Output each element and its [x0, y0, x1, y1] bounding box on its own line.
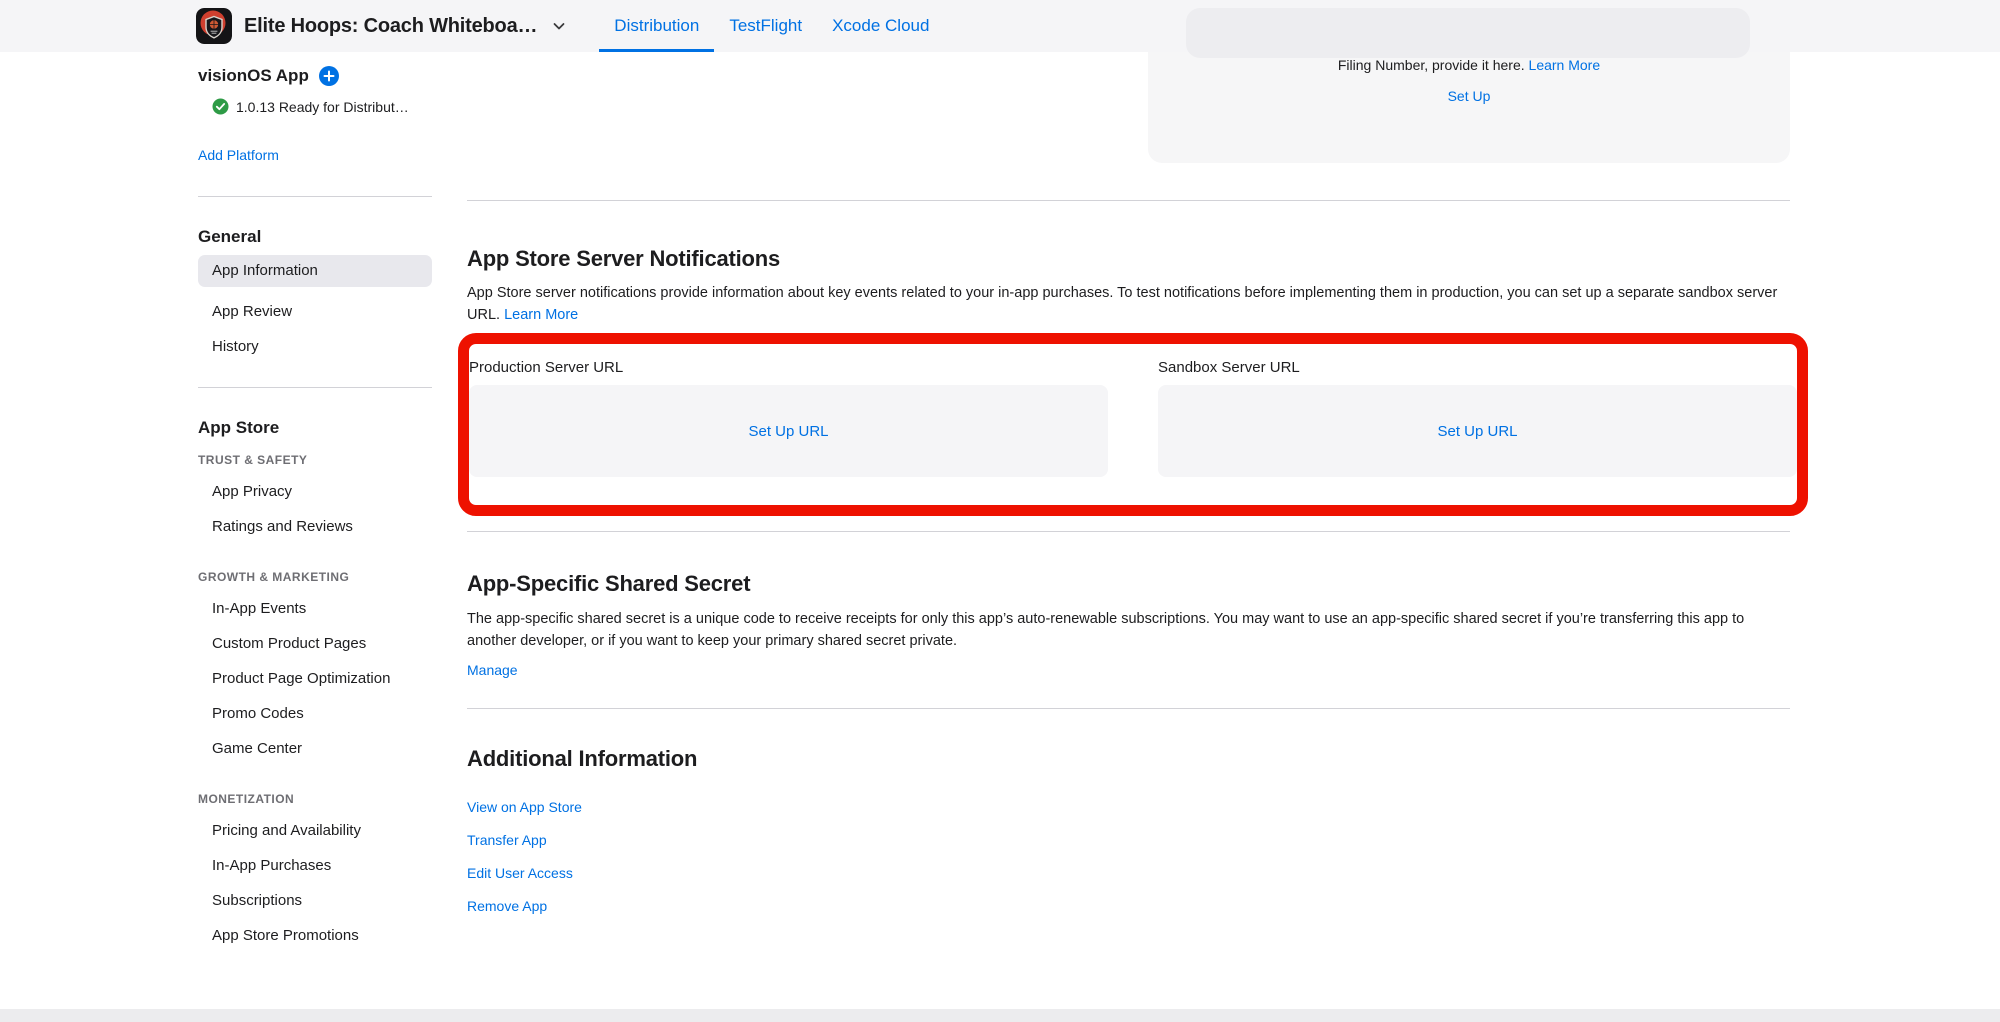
manage-link[interactable]: Manage	[467, 662, 518, 678]
add-platform-link[interactable]: Add Platform	[198, 147, 279, 163]
view-on-app-store-link[interactable]: View on App Store	[467, 797, 582, 817]
app-icon	[196, 8, 232, 44]
sandbox-set-up-url-link[interactable]: Set Up URL	[1437, 423, 1517, 440]
sidebar-item-custom-product-pages[interactable]: Custom Product Pages	[212, 634, 432, 654]
filing-learn-more-link[interactable]: Learn More	[1529, 57, 1601, 73]
production-set-up-url-link[interactable]: Set Up URL	[748, 423, 828, 440]
production-server-url-panel: Set Up URL	[469, 385, 1108, 477]
tab-testflight[interactable]: TestFlight	[714, 0, 817, 52]
header-tabs: Distribution TestFlight Xcode Cloud	[599, 0, 944, 52]
filing-number-card: Filing Number, provide it here. Learn Mo…	[1148, 52, 1790, 163]
sandbox-server-url-panel: Set Up URL	[1158, 385, 1797, 477]
sidebar-label-growth-marketing: GROWTH & MARKETING	[198, 570, 432, 584]
tab-distribution[interactable]: Distribution	[599, 0, 714, 52]
sidebar-divider	[198, 387, 432, 388]
chevron-down-icon	[551, 18, 567, 34]
checkmark-circle-icon	[212, 98, 229, 115]
sidebar-item-in-app-events[interactable]: In-App Events	[212, 599, 432, 619]
sidebar-group-app-store: App Store	[198, 418, 432, 438]
sidebar-item-product-page-optimization[interactable]: Product Page Optimization	[212, 669, 432, 689]
additional-information-heading: Additional Information	[467, 746, 1790, 772]
red-highlight-annotation: Production Server URL Set Up URL Sandbox…	[458, 333, 1808, 516]
filing-number-text: Filing Number, provide it here.	[1338, 57, 1525, 73]
production-server-url-section: Production Server URL Set Up URL	[469, 358, 1108, 477]
app-store-connect-page: Elite Hoops: Coach Whiteboa… Distributio…	[0, 0, 2000, 1022]
shared-secret-description: The app-specific shared secret is a uniq…	[467, 608, 1790, 652]
footer-bar	[0, 1009, 2000, 1022]
shared-secret-heading: App-Specific Shared Secret	[467, 571, 1790, 597]
version-status-row: 1.0.13 Ready for Distribut…	[212, 98, 432, 115]
transfer-app-link[interactable]: Transfer App	[467, 830, 547, 850]
server-notifications-learn-more-link[interactable]: Learn More	[504, 307, 578, 323]
sidebar-item-app-information[interactable]: App Information	[198, 255, 432, 287]
version-status-text: 1.0.13 Ready for Distribut…	[236, 99, 409, 115]
remove-app-link[interactable]: Remove App	[467, 896, 547, 916]
main-content: App Store Server Notifications App Store…	[467, 52, 1790, 929]
section-divider	[467, 708, 1790, 709]
server-notifications-heading: App Store Server Notifications	[467, 246, 1790, 272]
section-divider	[467, 200, 1790, 201]
edit-user-access-link[interactable]: Edit User Access	[467, 863, 573, 883]
sidebar: visionOS App 1.0.13 Ready for Distribut……	[198, 52, 432, 946]
filing-card-image-placeholder	[1186, 8, 1750, 58]
sidebar-item-promo-codes[interactable]: Promo Codes	[212, 704, 432, 724]
app-switcher-button[interactable]: Elite Hoops: Coach Whiteboa…	[196, 8, 567, 44]
section-divider	[467, 531, 1790, 532]
sidebar-item-ratings-reviews[interactable]: Ratings and Reviews	[212, 517, 432, 537]
page-title: Elite Hoops: Coach Whiteboa…	[244, 15, 537, 38]
sidebar-item-app-review[interactable]: App Review	[212, 302, 432, 322]
sidebar-divider	[198, 196, 432, 197]
sidebar-item-app-privacy[interactable]: App Privacy	[212, 482, 432, 502]
sidebar-item-game-center[interactable]: Game Center	[212, 739, 432, 759]
sidebar-item-app-store-promotions[interactable]: App Store Promotions	[212, 926, 432, 946]
production-server-url-label: Production Server URL	[469, 358, 1108, 378]
sidebar-label-monetization: MONETIZATION	[198, 792, 432, 806]
sidebar-group-general: General	[198, 227, 432, 247]
sidebar-item-subscriptions[interactable]: Subscriptions	[212, 891, 432, 911]
server-notifications-description: App Store server notifications provide i…	[467, 285, 1777, 323]
platform-section-title: visionOS App	[198, 66, 309, 86]
plus-icon[interactable]	[319, 66, 339, 86]
sidebar-item-in-app-purchases[interactable]: In-App Purchases	[212, 856, 432, 876]
sandbox-server-url-label: Sandbox Server URL	[1158, 358, 1797, 378]
sidebar-item-pricing-availability[interactable]: Pricing and Availability	[212, 821, 432, 841]
sidebar-label-trust-safety: TRUST & SAFETY	[198, 453, 432, 467]
sidebar-item-history[interactable]: History	[212, 337, 432, 357]
sandbox-server-url-section: Sandbox Server URL Set Up URL	[1158, 358, 1797, 477]
filing-set-up-link[interactable]: Set Up	[1448, 88, 1491, 104]
tab-xcode-cloud[interactable]: Xcode Cloud	[817, 0, 944, 52]
